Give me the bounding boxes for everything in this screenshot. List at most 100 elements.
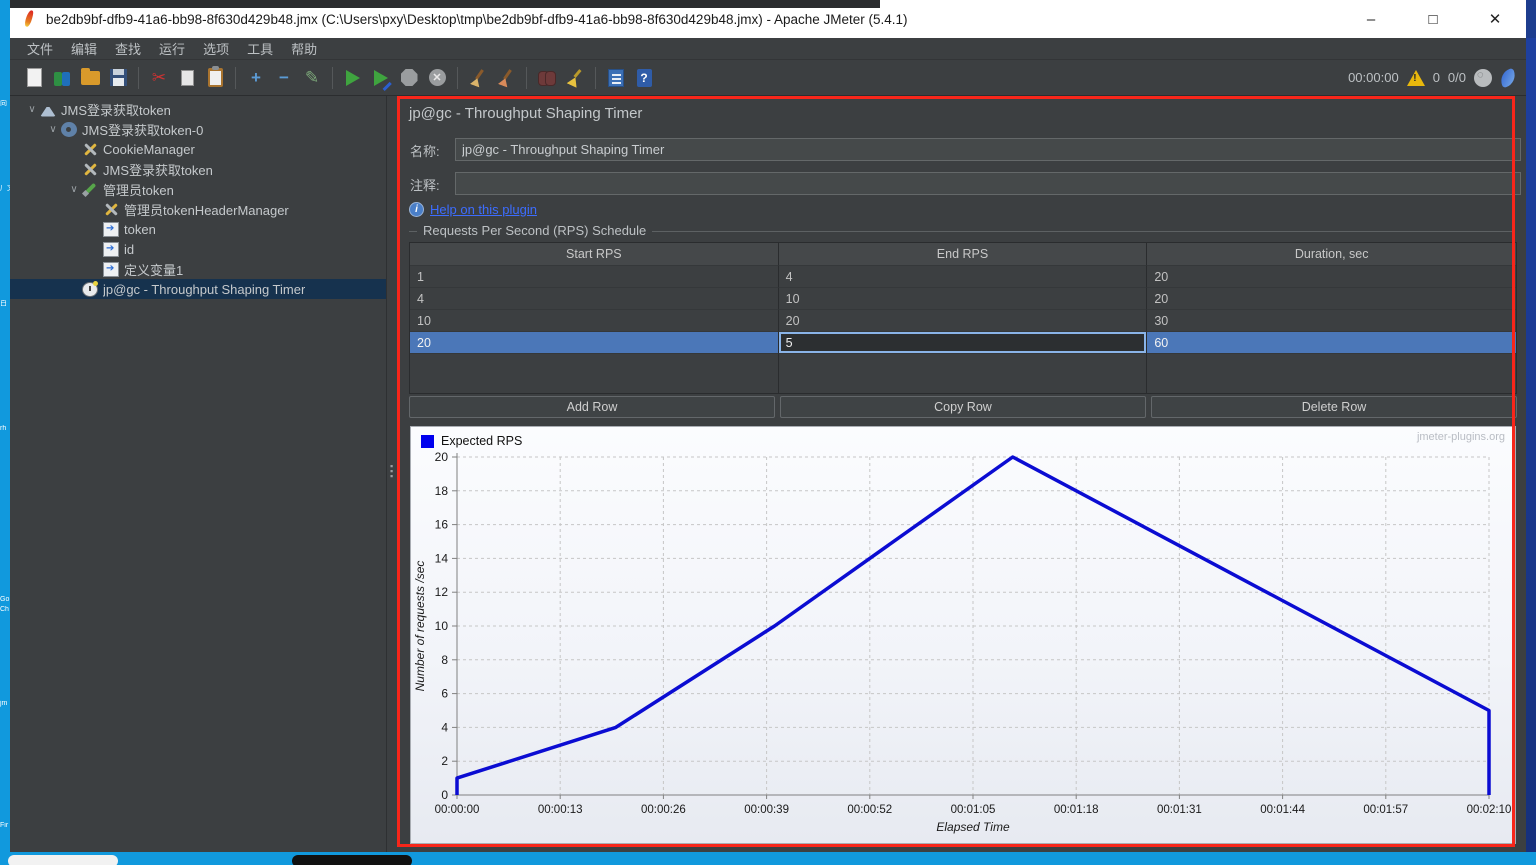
chevron-down-icon[interactable]: ∨ <box>66 184 82 195</box>
desktop-icon-fragment: rh <box>0 425 7 432</box>
maximize-button[interactable]: □ <box>1402 0 1464 38</box>
comment-input[interactable] <box>455 172 1521 195</box>
desktop-icon-fragment: 白 <box>0 300 7 307</box>
search-icon[interactable] <box>534 65 560 91</box>
x-tick-label: 00:00:39 <box>744 804 789 816</box>
window-title: be2db9bf-dfb9-41a6-bb98-8f630d429b48.jmx… <box>46 11 908 27</box>
tree-item-test-plan[interactable]: ∨ JMS登录获取token <box>10 99 386 119</box>
clear-search-icon[interactable] <box>562 65 588 91</box>
help-plugin-link[interactable]: Help on this plugin <box>430 202 537 217</box>
tree-item-admin-token[interactable]: ∨ 管理员token <box>10 179 386 199</box>
x-tick-label: 00:01:18 <box>1054 804 1099 816</box>
tree-item-header-manager[interactable]: 管理员tokenHeaderManager <box>10 199 386 219</box>
toolbar-separator <box>332 66 333 89</box>
copy-icon[interactable] <box>174 65 201 91</box>
remove-icon[interactable]: − <box>271 65 297 91</box>
jmeter-window: be2db9bf-dfb9-41a6-bb98-8f630d429b48.jmx… <box>10 0 1526 852</box>
column-header-end-rps[interactable]: End RPS <box>779 243 1148 265</box>
table-row[interactable]: 4 10 20 <box>410 287 1517 309</box>
start-no-timers-icon[interactable] <box>368 65 394 91</box>
add-row-button[interactable]: Add Row <box>409 396 775 418</box>
taskbar-item[interactable] <box>8 855 118 865</box>
desktop-icon-fragment: Fir <box>0 822 9 829</box>
chevron-down-icon[interactable]: ∨ <box>24 104 40 115</box>
table-cell[interactable]: 20 <box>1147 287 1517 309</box>
clear-all-icon[interactable] <box>493 65 519 91</box>
tree-splitter[interactable]: ▪ ▪ ▪ <box>386 96 397 852</box>
name-input[interactable] <box>455 138 1521 161</box>
stop-icon[interactable] <box>396 65 422 91</box>
help-icon[interactable]: ? <box>631 65 657 91</box>
shutdown-icon[interactable]: ✕ <box>424 65 450 91</box>
start-icon[interactable] <box>340 65 366 91</box>
menu-file[interactable]: 文件 <box>18 37 62 60</box>
menu-help[interactable]: 帮助 <box>282 37 326 60</box>
window-controls: – □ ✕ <box>1340 0 1526 38</box>
table-cell[interactable]: 60 <box>1147 331 1516 353</box>
save-icon[interactable] <box>105 65 131 91</box>
tree-item-throughput-shaping-timer[interactable]: jp@gc - Throughput Shaping Timer <box>10 279 386 299</box>
test-plan-icon <box>40 101 56 117</box>
menu-run[interactable]: 运行 <box>150 37 194 60</box>
table-cell[interactable]: 20 <box>410 331 779 353</box>
delete-row-button[interactable]: Delete Row <box>1151 396 1517 418</box>
clear-icon[interactable] <box>465 65 491 91</box>
table-cell[interactable]: 30 <box>1147 309 1517 331</box>
tree-item-id[interactable]: id <box>10 239 386 259</box>
error-count: 0 <box>1432 70 1440 85</box>
table-cell[interactable]: 20 <box>1147 265 1517 287</box>
table-row[interactable]: 1 4 20 <box>410 265 1517 287</box>
toolbar-separator <box>457 66 458 89</box>
y-tick-label: 14 <box>435 551 449 565</box>
table-cell[interactable]: 20 <box>778 309 1148 331</box>
tree-item-token[interactable]: token <box>10 219 386 239</box>
tree-item-thread-group[interactable]: ∨ JMS登录获取token-0 <box>10 119 386 139</box>
remote-start-icon[interactable] <box>1474 68 1492 87</box>
column-header-duration[interactable]: Duration, sec <box>1147 243 1516 265</box>
x-axis-title: Elapsed Time <box>936 820 1010 834</box>
close-button[interactable]: ✕ <box>1464 0 1526 38</box>
y-tick-label: 18 <box>435 484 449 498</box>
splitter-handle[interactable]: ▪ ▪ ▪ <box>390 462 393 481</box>
post-processor-icon <box>103 221 119 237</box>
table-cell[interactable]: 10 <box>778 287 1148 309</box>
x-tick-label: 00:01:05 <box>951 804 996 816</box>
cell-edit-input[interactable]: 5 <box>778 332 1147 353</box>
comment-label: 注释: <box>410 178 440 193</box>
tree-item-sampler[interactable]: JMS登录获取token <box>10 159 386 179</box>
menu-search[interactable]: 查找 <box>106 37 150 60</box>
minimize-button[interactable]: – <box>1340 0 1402 38</box>
templates-icon[interactable] <box>49 65 75 91</box>
cut-icon[interactable]: ✂ <box>146 65 172 91</box>
menu-tools[interactable]: 工具 <box>238 37 282 60</box>
timer-config-panel: jp@gc - Throughput Shaping Timer 名称: 注释:… <box>397 96 1526 852</box>
open-file-icon[interactable] <box>77 65 103 91</box>
column-header-start-rps[interactable]: Start RPS <box>410 243 779 265</box>
desktop-background: 向 厂文 白 rh Go Ch jm Fir be2db9bf-dfb9-41a… <box>0 0 1536 865</box>
paste-icon[interactable] <box>202 65 228 91</box>
chevron-down-icon[interactable]: ∨ <box>45 124 61 135</box>
menu-options[interactable]: 选项 <box>194 37 238 60</box>
tree-item-cookie-manager[interactable]: CookieManager <box>10 139 386 159</box>
function-helper-icon[interactable] <box>603 65 629 91</box>
table-cell[interactable]: 10 <box>410 309 779 331</box>
taskbar-item[interactable] <box>292 855 412 865</box>
copy-row-button[interactable]: Copy Row <box>780 396 1146 418</box>
table-cell[interactable]: 1 <box>410 265 779 287</box>
new-file-icon[interactable] <box>21 65 47 91</box>
table-cell-editing[interactable]: 5 <box>778 331 1148 353</box>
tree-item-define-var[interactable]: 定义变量1 <box>10 259 386 279</box>
chart-canvas: 0 2 4 6 8 10 12 14 16 18 20 00:00:00 00:00:13 00:00:2… <box>413 450 1511 834</box>
expected-rps-chart: Expected RPS jmeter-plugins.org 0 2 4 6 8 10 1… <box>410 426 1516 844</box>
table-cell[interactable]: 4 <box>778 265 1148 287</box>
desktop-icon-fragment: Go <box>0 596 10 603</box>
table-row[interactable]: 10 20 30 <box>410 309 1517 331</box>
warning-icon[interactable] <box>1406 69 1425 86</box>
toggle-icon[interactable]: ✎ <box>299 65 325 91</box>
taskbar-strip <box>0 852 1536 865</box>
table-cell[interactable]: 4 <box>410 287 779 309</box>
menu-edit[interactable]: 编辑 <box>62 37 106 60</box>
table-row-selected[interactable]: 20 5 60 <box>410 331 1516 353</box>
add-icon[interactable]: + <box>243 65 269 91</box>
table-empty-area[interactable] <box>410 353 1517 393</box>
